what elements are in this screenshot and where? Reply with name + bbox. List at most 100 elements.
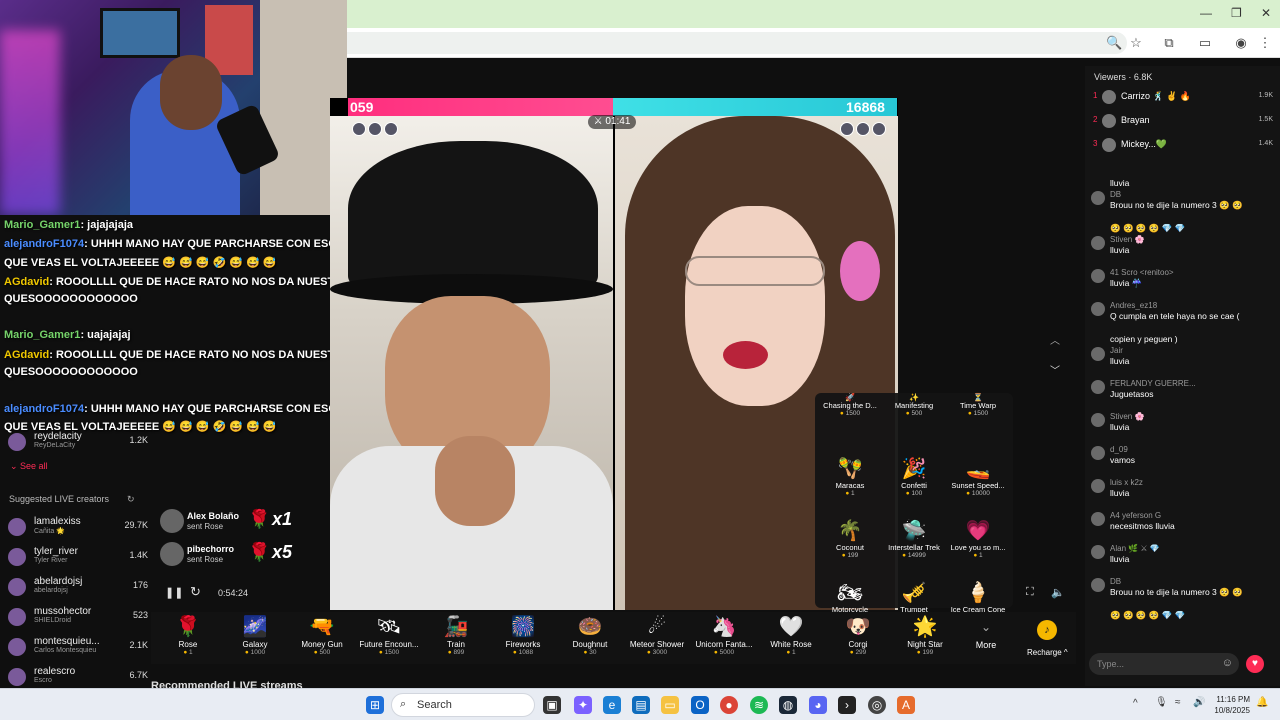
top-viewer-row[interactable]: 2 Brayan 1.5K — [1093, 112, 1273, 132]
see-all-link[interactable]: ⌄ See all — [10, 461, 48, 472]
suggested-creator[interactable]: lamalexiss Cañita 🌟 29.7K — [8, 516, 148, 538]
gift-option[interactable]: ⏳ Time Warp ● 1500 — [945, 394, 1011, 418]
zoom-icon[interactable]: 🔍 — [1106, 35, 1122, 51]
obs-icon[interactable]: ◎ — [868, 696, 886, 714]
file-explorer-icon[interactable]: ▭ — [661, 696, 679, 714]
chrome-icon[interactable]: ● — [720, 696, 738, 714]
creator-name: lamalexiss — [34, 516, 81, 527]
avatar[interactable] — [872, 122, 886, 136]
cast-icon[interactable]: ▭ — [1197, 35, 1213, 51]
search-icon: ⌕ — [400, 698, 407, 710]
gift-bar-item[interactable]: 🌟 Night Star ● 199 — [890, 614, 960, 656]
reload-icon[interactable]: ↻ — [190, 584, 201, 600]
close-icon[interactable]: ✕ — [1261, 6, 1271, 20]
clock[interactable]: 11:16 PM 10/8/2025 — [1210, 694, 1250, 716]
gift-price: ● 30 — [555, 649, 625, 656]
task-view-icon[interactable]: ▣ — [543, 696, 561, 714]
edge-icon[interactable]: e — [603, 696, 621, 714]
bookmark-star-icon[interactable]: ☆ — [1128, 35, 1144, 51]
comment-user: Alan 🌿 ⚔ 💎 — [1110, 544, 1160, 553]
gift-icon: 🍦 — [965, 582, 991, 604]
speaker-icon[interactable]: 🔊 — [1193, 697, 1205, 708]
gift-bar-item[interactable]: ☄ Meteor Shower ● 3000 — [622, 614, 692, 656]
discord-icon[interactable]: ◕ — [809, 696, 827, 714]
gift-option[interactable]: 🌴 Coconut ● 199 — [817, 519, 883, 559]
avatar[interactable] — [352, 122, 366, 136]
suggested-creator[interactable]: mussohector SHIELDroid 523 — [8, 606, 148, 628]
taskbar-search[interactable]: ⌕ Search — [391, 693, 535, 717]
start-icon[interactable]: ⊞ — [366, 696, 384, 714]
comment-text: 🥺 🥺 🥺 🥺 💎 💎 — [1110, 223, 1186, 233]
top-viewer-row[interactable]: 3 Mickey...💚 1.4K — [1093, 136, 1273, 156]
gift-option[interactable]: ✨ Manifesting ● 500 — [881, 394, 947, 418]
refresh-icon[interactable]: ↻ — [127, 494, 135, 505]
avatar — [160, 542, 184, 566]
volume-icon[interactable]: 🔈 — [1051, 586, 1065, 599]
suggested-creator[interactable]: montesquieu... Carlos Montesquieu 2.1K — [8, 636, 148, 658]
gift-option[interactable]: 🪇 Maracas ● 1 — [817, 457, 883, 497]
avatar[interactable] — [368, 122, 382, 136]
viewer-name: Mickey...💚 — [1121, 139, 1168, 149]
gift-option[interactable]: 🎉 Confetti ● 100 — [881, 457, 947, 497]
gift-bar-item[interactable]: 🚂 Train ● 899 — [421, 614, 491, 656]
following-item[interactable]: reydelacity ReyDeLaCity 1.2K — [8, 431, 148, 453]
viewers-count[interactable]: Viewers · 6.8K — [1094, 72, 1152, 82]
avatar[interactable] — [840, 122, 854, 136]
gift-option[interactable]: 🛸 Interstellar Trek ● 14999 — [881, 519, 947, 559]
gift-bar-item[interactable]: 🦄 Unicorn Fanta... ● 5000 — [689, 614, 759, 656]
more-gifts-button[interactable]: ⌄ More — [951, 614, 1021, 650]
minimize-icon[interactable]: — — [1200, 6, 1212, 20]
like-heart-icon[interactable]: ♥ — [1246, 655, 1264, 673]
gift-bar-item[interactable]: 🛰 Future Encoun... ● 1500 — [354, 614, 424, 656]
app-icon[interactable]: A — [897, 696, 915, 714]
gift-name: Unicorn Fanta... — [695, 640, 753, 649]
chevron-down-icon[interactable]: ﹀ — [1050, 362, 1060, 377]
gift-bar-item[interactable]: 🍩 Doughnut ● 30 — [555, 614, 625, 656]
viewer-score: 1.9K — [1258, 92, 1273, 99]
comment-user: FERLANDY GUERRE... — [1110, 379, 1196, 388]
recharge-button[interactable]: ♪ Recharge ^ — [1027, 620, 1068, 657]
gift-bar-item[interactable]: 🌹 Rose ● 1 — [153, 614, 223, 656]
mic-icon[interactable]: 🎙 — [1155, 697, 1168, 708]
emoji-icon[interactable]: ☺ — [1222, 657, 1233, 669]
outlook-icon[interactable]: O — [691, 696, 709, 714]
suggested-creator[interactable]: realescro Escro 6.7K — [8, 666, 148, 688]
copilot-icon[interactable]: ✦ — [574, 696, 592, 714]
gift-bar-item[interactable]: 🎆 Fireworks ● 1088 — [488, 614, 558, 656]
gift-option[interactable]: 🚀 Chasing the D... ● 1500 — [817, 394, 883, 418]
profile-icon[interactable]: ◉ — [1233, 35, 1249, 51]
menu-icon[interactable]: ⋮ — [1257, 35, 1273, 51]
terminal-icon[interactable]: › — [838, 696, 856, 714]
pause-icon[interactable]: ❚❚ — [165, 586, 183, 599]
top-viewer-row[interactable]: 1 Carrizo 🕺 ✌ 🔥 1.9K — [1093, 88, 1273, 108]
comment-text: Juguetasos — [1110, 389, 1154, 399]
avatar[interactable] — [384, 122, 398, 136]
gift-price-value: 199 — [922, 649, 934, 656]
avatar[interactable] — [856, 122, 870, 136]
gift-action: sent Rose — [187, 555, 224, 564]
gift-bar-item[interactable]: 🤍 White Rose ● 1 — [756, 614, 826, 656]
gift-bar-item[interactable]: 🔫 Money Gun ● 500 — [287, 614, 357, 656]
store-icon[interactable]: ▤ — [632, 696, 650, 714]
gift-bar-item[interactable]: 🌌 Galaxy ● 1000 — [220, 614, 290, 656]
tray-chevron-icon[interactable]: ^ — [1133, 698, 1138, 709]
maximize-icon[interactable]: ❐ — [1231, 6, 1242, 20]
notification-icon[interactable]: 🔔 — [1256, 697, 1268, 708]
gift-icon: 🌌 — [242, 616, 268, 638]
chat-input[interactable]: Type... ☺ — [1089, 653, 1239, 675]
fullscreen-icon[interactable]: ⛶ — [1026, 586, 1034, 599]
extensions-icon[interactable]: ⧉ — [1161, 35, 1177, 51]
spotify-icon[interactable]: ≋ — [750, 696, 768, 714]
gift-bar-item[interactable]: 🐶 Corgi ● 299 — [823, 614, 893, 656]
gift-option[interactable]: 🚤 Sunset Speed... ● 10000 — [945, 457, 1011, 497]
suggested-creator[interactable]: abelardojsj abelardojsj 176 — [8, 576, 148, 598]
gift-option[interactable]: 💗 Love you so m... ● 1 — [945, 519, 1011, 559]
gift-price: ● 1500 — [354, 649, 424, 656]
suggested-creator[interactable]: tyler_river Tyler River 1.4K — [8, 546, 148, 568]
wifi-icon[interactable]: ≈ — [1175, 697, 1181, 708]
steam-icon[interactable]: ◍ — [779, 696, 797, 714]
gift-price: ● 899 — [421, 649, 491, 656]
creator-name: tyler_river — [34, 546, 78, 557]
chevron-up-icon[interactable]: ︿ — [1050, 332, 1060, 347]
url-field[interactable] — [347, 32, 1127, 54]
